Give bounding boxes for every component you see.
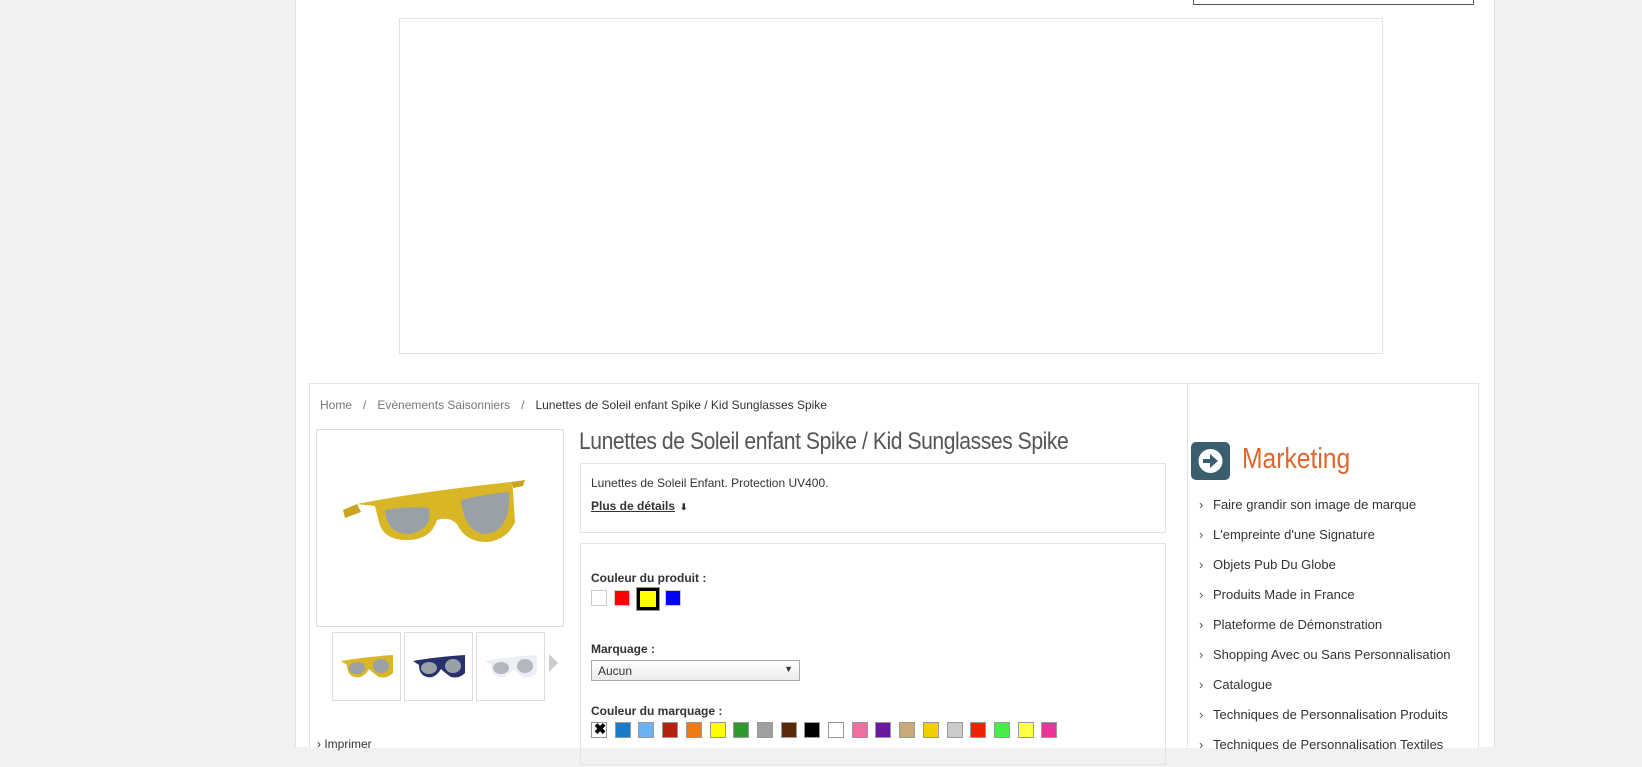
banner-area: [399, 18, 1383, 354]
chevron-right-icon: ›: [1199, 647, 1204, 662]
sidebar-item-label: Catalogue: [1213, 677, 1273, 692]
breadcrumb-home[interactable]: Home: [320, 398, 352, 412]
marking-color-swatch[interactable]: [875, 722, 892, 738]
sidebar-item[interactable]: › L'empreinte d'une Signature: [1199, 527, 1451, 557]
chevron-right-icon: ›: [1199, 617, 1204, 632]
breadcrumb: Home / Evènements Saisonniers / Lunettes de …: [320, 398, 827, 412]
sidebar-item-label: Faire grandir son image de marque: [1213, 497, 1417, 512]
color-swatch[interactable]: [665, 590, 681, 606]
marking-color-swatch[interactable]: [662, 722, 679, 738]
marking-color-swatch[interactable]: [756, 722, 773, 738]
marking-color-swatch[interactable]: [851, 722, 868, 738]
marking-color-swatch[interactable]: [828, 722, 844, 738]
chevron-right-icon: ›: [1199, 527, 1204, 542]
color-swatch[interactable]: [591, 590, 607, 606]
marking-color-swatch[interactable]: [946, 722, 963, 738]
marking-color-swatch[interactable]: [993, 722, 1010, 738]
chevron-down-icon: ▼: [784, 664, 793, 674]
marking-color-swatch[interactable]: [899, 722, 916, 738]
header-search-box[interactable]: [1193, 0, 1474, 5]
print-label: Imprimer: [324, 737, 372, 751]
marking-color-swatch[interactable]: [638, 722, 655, 738]
no-color-swatch[interactable]: ✖: [591, 721, 607, 738]
sidebar-menu: › Faire grandir son image de marque › L'emp…: [1199, 497, 1451, 767]
product-main-image[interactable]: [316, 429, 564, 627]
breadcrumb-category[interactable]: Evènements Saisonniers: [377, 398, 510, 412]
marking-color-swatch[interactable]: [970, 722, 987, 738]
chevron-right-icon: ›: [1199, 707, 1204, 722]
sidebar-item-label: Techniques de Personnalisation Textiles: [1213, 737, 1444, 752]
sidebar-item[interactable]: › Produits Made in France: [1199, 587, 1451, 617]
column-divider: [1187, 383, 1188, 747]
marking-color-swatch[interactable]: [922, 722, 939, 738]
sidebar-item[interactable]: › Shopping Avec ou Sans Personnalisation: [1199, 647, 1451, 677]
marking-color-swatch[interactable]: [709, 722, 726, 738]
product-title: Lunettes de Soleil enfant Spike / Kid Su…: [579, 428, 1069, 455]
marking-color-swatch[interactable]: [733, 722, 750, 738]
arrow-down-icon: ⬇: [680, 502, 688, 512]
sidebar-item-label: Objets Pub Du Globe: [1213, 557, 1336, 572]
marking-color-swatch[interactable]: [685, 722, 702, 738]
marking-color-label: Couleur du marquage :: [591, 704, 723, 718]
breadcrumb-current: Lunettes de Soleil enfant Spike / Kid Su…: [535, 398, 827, 412]
chevron-right-icon: ›: [1199, 737, 1204, 752]
product-color-label: Couleur du produit :: [591, 571, 707, 585]
close-icon: ✖: [593, 721, 607, 738]
sidebar-item-label: Techniques de Personnalisation Produits: [1213, 707, 1448, 722]
chevron-right-icon: ›: [1199, 587, 1204, 602]
sidebar-item-label: L'empreinte d'une Signature: [1213, 527, 1375, 542]
marking-color-swatch[interactable]: [1017, 722, 1034, 738]
chevron-right-icon: ›: [1199, 497, 1204, 512]
sidebar-item[interactable]: › Techniques de Personnalisation Produits: [1199, 707, 1451, 737]
marking-label: Marquage :: [591, 642, 656, 656]
marking-select[interactable]: Aucun ▼: [591, 660, 800, 681]
chevron-right-icon: ›: [1199, 557, 1204, 572]
more-details-label: Plus de détails: [591, 499, 676, 513]
thumbnail-navy[interactable]: [404, 632, 473, 701]
color-swatch[interactable]: [614, 590, 630, 606]
short-description: Lunettes de Soleil Enfant. Protection UV…: [591, 476, 829, 490]
breadcrumb-separator: /: [521, 398, 525, 412]
description-box: [580, 463, 1166, 533]
sidebar-item[interactable]: › Faire grandir son image de marque: [1199, 497, 1451, 527]
sidebar-title: Marketing: [1242, 443, 1351, 475]
sunglasses-thumb-icon: [485, 655, 537, 678]
print-link[interactable]: › Imprimer: [317, 737, 372, 751]
sidebar-item[interactable]: › Objets Pub Du Globe: [1199, 557, 1451, 587]
thumbnail-white[interactable]: [476, 632, 545, 701]
breadcrumb-separator: /: [363, 398, 367, 412]
sidebar-item[interactable]: › Catalogue: [1199, 677, 1451, 707]
sunglasses-thumb-icon: [341, 655, 393, 678]
marking-color-swatch[interactable]: [1041, 722, 1058, 738]
sidebar-item[interactable]: › Techniques de Personnalisation Textiles: [1199, 737, 1451, 767]
sidebar-item-label: Produits Made in France: [1213, 587, 1355, 602]
arrow-right-icon: [1191, 442, 1230, 480]
sidebar-item[interactable]: › Plateforme de Démonstration: [1199, 617, 1451, 647]
sunglasses-thumb-icon: [413, 655, 465, 678]
color-swatch[interactable]: [636, 587, 660, 611]
chevron-right-icon: ›: [1199, 677, 1204, 692]
thumbnail-yellow[interactable]: [332, 632, 401, 701]
chevron-right-icon[interactable]: [549, 654, 558, 672]
marking-color-swatch[interactable]: [614, 722, 631, 738]
marking-color-swatch[interactable]: [804, 722, 821, 738]
sunglasses-image: [343, 480, 525, 542]
sidebar-item-label: Shopping Avec ou Sans Personnalisation: [1213, 647, 1451, 662]
marking-color-swatch[interactable]: [780, 722, 797, 738]
marking-select-value: Aucun: [598, 664, 633, 678]
sidebar-item-label: Plateforme de Démonstration: [1213, 617, 1383, 632]
more-details-link[interactable]: Plus de détails ⬇: [591, 499, 688, 513]
